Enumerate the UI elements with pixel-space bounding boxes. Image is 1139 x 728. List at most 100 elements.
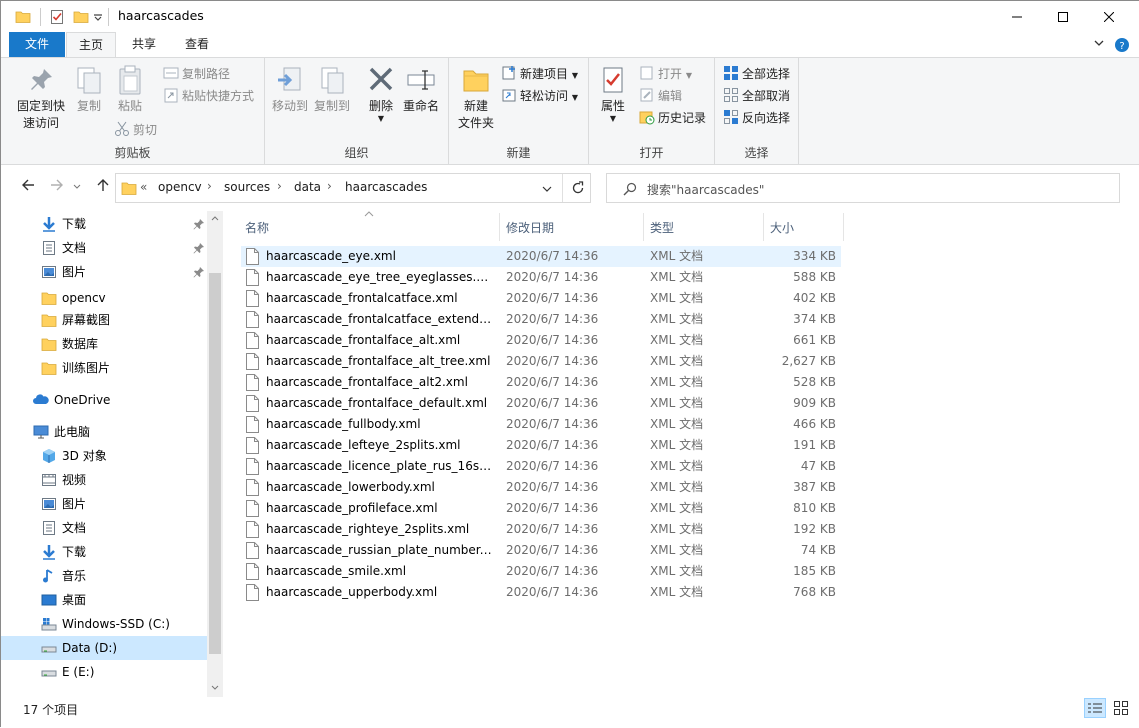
- file-row[interactable]: haarcascade_frontalcatface.xml 2020/6/7 1…: [241, 288, 841, 309]
- breadcrumb-data[interactable]: data: [294, 180, 321, 194]
- new-folder-quick-icon[interactable]: [73, 9, 89, 25]
- refresh-icon[interactable]: [571, 181, 585, 195]
- select-none-button[interactable]: 全部取消: [723, 86, 790, 106]
- close-button[interactable]: [1086, 1, 1132, 32]
- nav-item-9[interactable]: 3D 对象: [1, 444, 207, 468]
- column-header-type[interactable]: 类型: [650, 217, 763, 239]
- chevron-right-icon[interactable]: ›: [207, 179, 212, 193]
- properties-quick-icon[interactable]: [49, 9, 65, 25]
- nav-item-4[interactable]: 屏幕截图: [1, 308, 207, 332]
- file-row[interactable]: haarcascade_upperbody.xml 2020/6/7 14:36 X…: [241, 582, 841, 603]
- nav-item-3[interactable]: opencv: [1, 286, 207, 310]
- nav-item-2[interactable]: 图片: [1, 260, 207, 284]
- file-row[interactable]: haarcascade_righteye_2splits.xml 2020/6/7…: [241, 519, 841, 540]
- rename-button[interactable]: 重命名: [401, 64, 441, 115]
- file-name: haarcascade_russian_plate_number.xml: [266, 543, 494, 557]
- recent-locations-button[interactable]: [71, 178, 83, 198]
- move-to-button[interactable]: 移动到: [269, 64, 311, 115]
- file-row[interactable]: haarcascade_eye_tree_eyeglasses.xml 2020/…: [241, 267, 841, 288]
- file-row[interactable]: haarcascade_smile.xml 2020/6/7 14:36 XML 文…: [241, 561, 841, 582]
- nav-item-14[interactable]: 音乐: [1, 564, 207, 588]
- forward-button[interactable]: [47, 178, 67, 198]
- up-button[interactable]: [93, 178, 113, 198]
- nav-item-16[interactable]: Windows-SSD (C:): [1, 612, 207, 636]
- nav-item-13[interactable]: 下载: [1, 540, 207, 564]
- nav-item-7[interactable]: OneDrive: [1, 388, 207, 412]
- copy-path-button[interactable]: 复制路径: [163, 64, 230, 84]
- breadcrumb-sources[interactable]: sources: [224, 180, 270, 194]
- chevron-right-icon[interactable]: ›: [327, 179, 332, 193]
- invert-selection-button[interactable]: 反向选择: [723, 108, 790, 128]
- search-box[interactable]: 搜索"haarcascades": [606, 173, 1120, 203]
- file-row[interactable]: haarcascade_lefteye_2splits.xml 2020/6/7 …: [241, 435, 841, 456]
- column-header-name[interactable]: 名称: [245, 217, 499, 239]
- breadcrumb-haarcascades[interactable]: haarcascades: [345, 180, 427, 194]
- breadcrumb-opencv[interactable]: opencv: [158, 180, 202, 194]
- scroll-up-icon[interactable]: [211, 215, 219, 221]
- tab-home[interactable]: 主页: [66, 32, 116, 58]
- file-row[interactable]: haarcascade_frontalface_alt_tree.xml 2020…: [241, 351, 841, 372]
- file-row[interactable]: haarcascade_frontalface_default.xml 2020/…: [241, 393, 841, 414]
- collapse-ribbon-icon[interactable]: [1094, 40, 1104, 48]
- properties-button[interactable]: 属性 ▼: [595, 64, 631, 123]
- file-row[interactable]: haarcascade_profileface.xml 2020/6/7 14:3…: [241, 498, 841, 519]
- copy-to-button[interactable]: 复制到: [311, 64, 353, 115]
- nav-item-18[interactable]: E (E:): [1, 660, 207, 684]
- nav-item-5[interactable]: 数据库: [1, 332, 207, 356]
- paste-shortcut-button[interactable]: 粘贴快捷方式: [163, 86, 254, 106]
- column-header-size[interactable]: 大小: [770, 217, 843, 239]
- back-button[interactable]: [18, 178, 38, 198]
- chevron-down-icon[interactable]: [542, 186, 552, 192]
- details-view-button[interactable]: [1084, 698, 1106, 718]
- chevron-down-icon[interactable]: [93, 13, 103, 29]
- large-icons-view-button[interactable]: [1110, 698, 1132, 718]
- tab-file[interactable]: 文件: [9, 32, 65, 57]
- nav-item-17[interactable]: Data (D:): [1, 636, 207, 660]
- search-placeholder[interactable]: 搜索"haarcascades": [647, 181, 764, 198]
- chevron-right-icon[interactable]: ›: [277, 179, 282, 193]
- file-row[interactable]: haarcascade_frontalcatface_extended... 20…: [241, 309, 841, 330]
- edit-button[interactable]: 编辑: [639, 86, 682, 106]
- scroll-down-icon[interactable]: [211, 685, 219, 691]
- nav-scrollbar[interactable]: [207, 211, 223, 697]
- nav-item-8[interactable]: 此电脑: [1, 420, 207, 444]
- breadcrumb-overflow[interactable]: «: [140, 180, 147, 194]
- nav-item-10[interactable]: 视频: [1, 468, 207, 492]
- file-row[interactable]: haarcascade_frontalface_alt2.xml 2020/6/7…: [241, 372, 841, 393]
- file-row[interactable]: haarcascade_fullbody.xml 2020/6/7 14:36 XM…: [241, 414, 841, 435]
- select-all-button[interactable]: 全部选择: [723, 64, 790, 84]
- easy-access-button[interactable]: 轻松访问 ▼: [501, 86, 578, 106]
- new-folder-button[interactable]: 新建 文件夹: [455, 64, 497, 132]
- paste-button[interactable]: 粘贴: [111, 64, 149, 115]
- nav-item-12[interactable]: 文档: [1, 516, 207, 540]
- nav-scroll-thumb[interactable]: [209, 273, 221, 654]
- file-row[interactable]: haarcascade_licence_plate_rus_16sta... 20…: [241, 456, 841, 477]
- address-field[interactable]: « opencv › sources › data › haarcascades: [115, 173, 591, 203]
- nav-item-1[interactable]: 文档: [1, 236, 207, 260]
- nav-item-6[interactable]: 训练图片: [1, 356, 207, 380]
- maximize-button[interactable]: [1040, 1, 1086, 32]
- history-button[interactable]: 历史记录: [639, 108, 706, 128]
- new-item-button[interactable]: 新建项目 ▼: [501, 64, 578, 84]
- tab-share[interactable]: 共享: [119, 32, 169, 57]
- nav-item-15[interactable]: 桌面: [1, 588, 207, 612]
- open-button[interactable]: 打开 ▼: [639, 64, 692, 84]
- nav-item-11[interactable]: 图片: [1, 492, 207, 516]
- file-row[interactable]: haarcascade_eye.xml 2020/6/7 14:36 XML 文档 3…: [241, 246, 841, 267]
- xml-file-icon: [246, 542, 259, 559]
- file-row[interactable]: haarcascade_lowerbody.xml 2020/6/7 14:36 X…: [241, 477, 841, 498]
- column-header-date[interactable]: 修改日期: [506, 217, 643, 239]
- delete-button[interactable]: 删除 ▼: [363, 64, 399, 123]
- minimize-button[interactable]: [994, 1, 1040, 32]
- copy-button[interactable]: 复制: [71, 64, 107, 115]
- pin-quick-access-button[interactable]: 固定到快 速访问: [13, 64, 69, 132]
- file-name: haarcascade_licence_plate_rus_16sta...: [266, 459, 494, 473]
- nav-item-0[interactable]: 下载: [1, 212, 207, 236]
- tab-view[interactable]: 查看: [171, 32, 223, 57]
- file-row[interactable]: haarcascade_russian_plate_number.xml 2020…: [241, 540, 841, 561]
- help-icon[interactable]: ?: [1114, 37, 1130, 53]
- file-row[interactable]: haarcascade_frontalface_alt.xml 2020/6/7 …: [241, 330, 841, 351]
- pin-label-1: 固定到快: [16, 99, 65, 113]
- status-bar: 17 个项目: [1, 697, 1139, 728]
- cut-button[interactable]: 剪切: [114, 120, 157, 140]
